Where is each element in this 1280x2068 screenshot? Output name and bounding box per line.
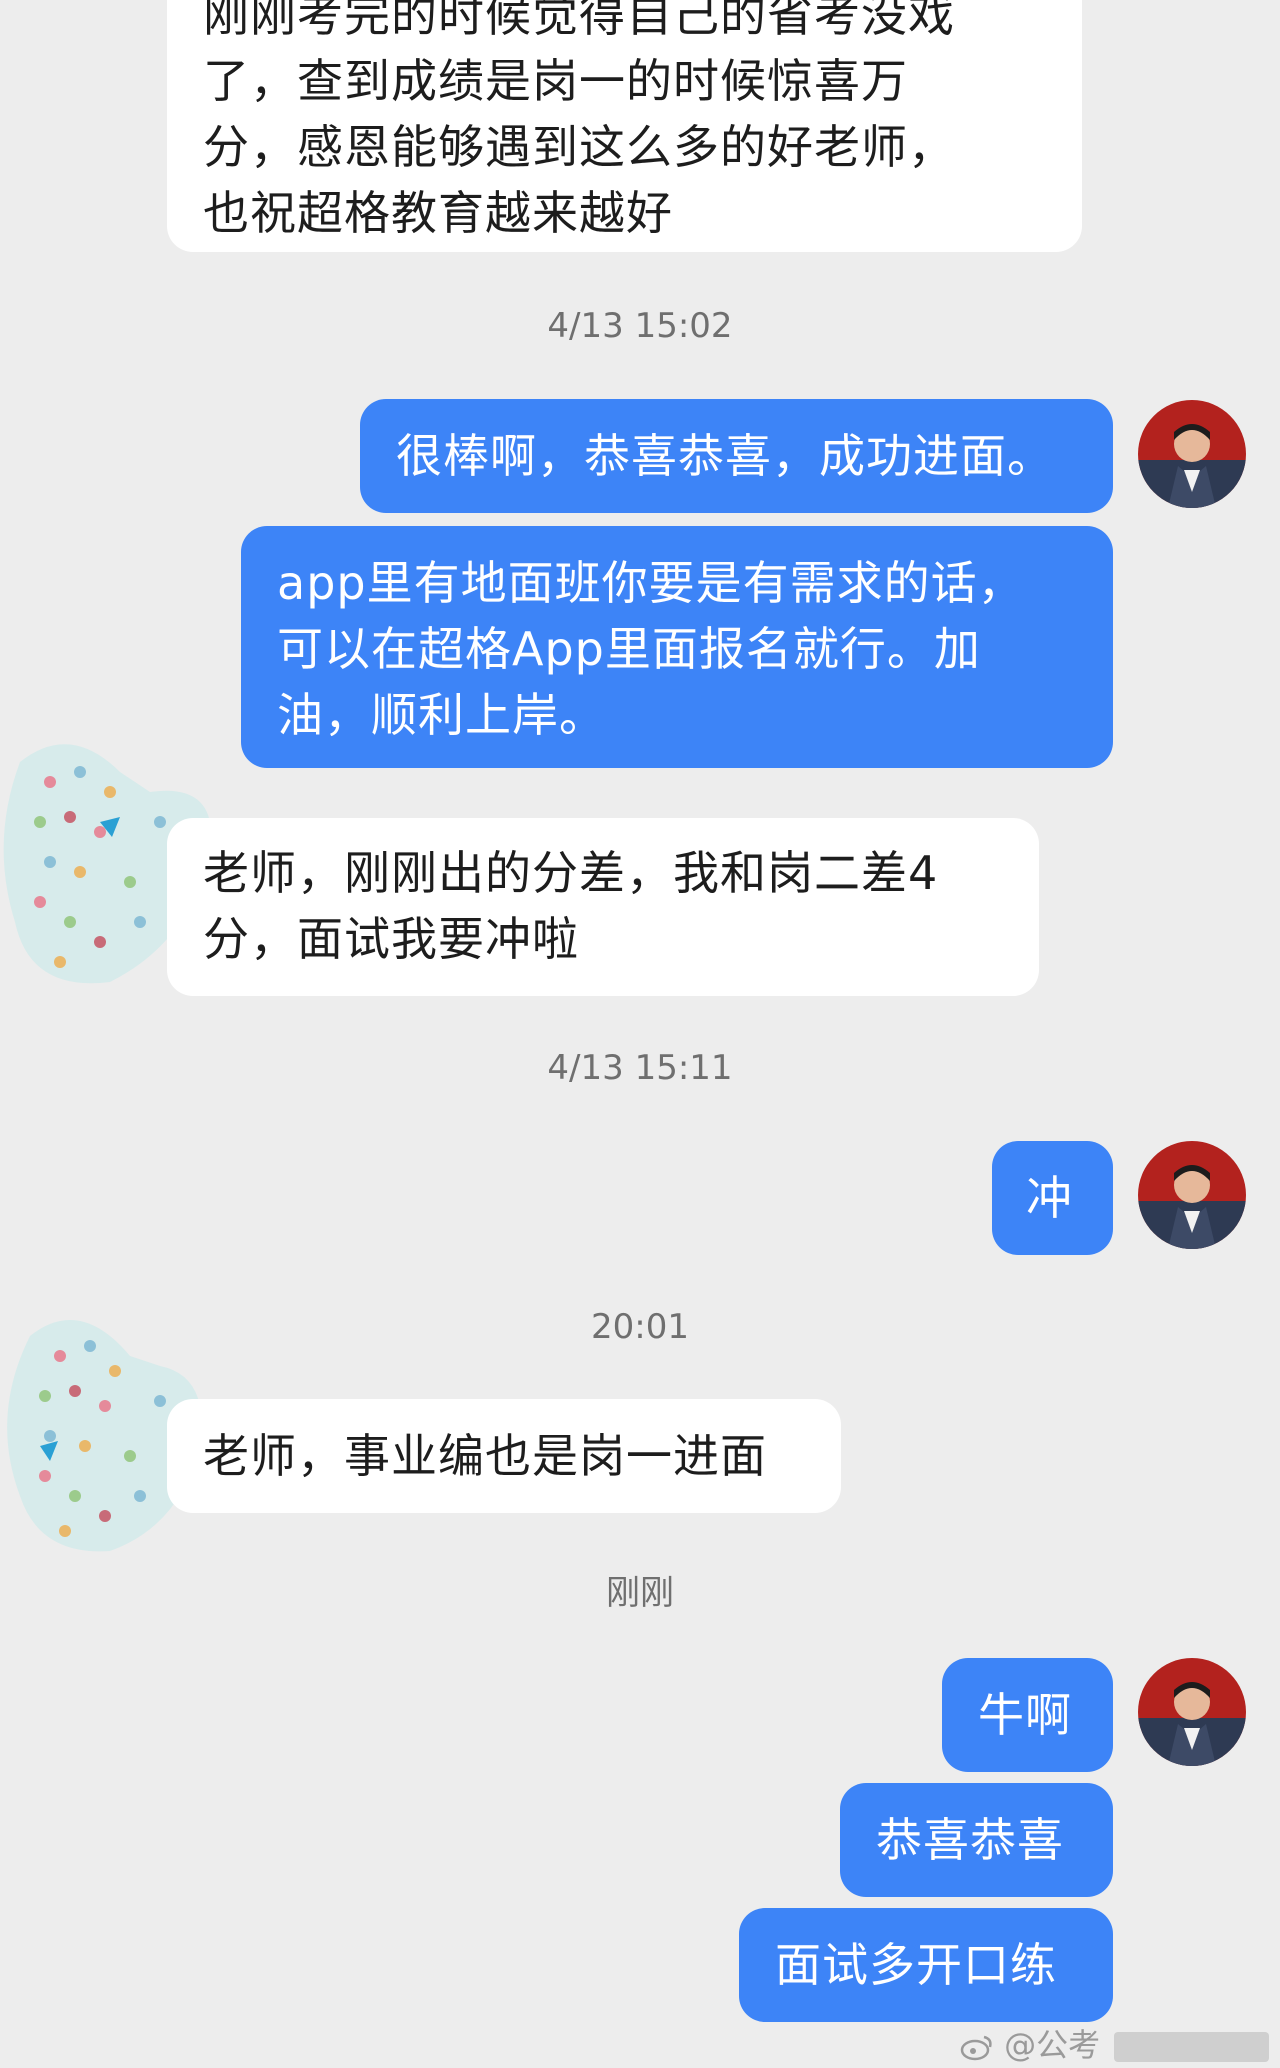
message-outgoing-8[interactable]: 恭喜恭喜	[840, 1783, 1113, 1897]
blurred-username	[1114, 2032, 1270, 2062]
message-outgoing-7[interactable]: 牛啊	[942, 1658, 1113, 1772]
message-outgoing-2[interactable]: 很棒啊，恭喜恭喜，成功进面。	[360, 399, 1113, 513]
weibo-icon	[960, 2026, 1004, 2064]
watermark: @公考	[960, 2020, 1270, 2066]
message-outgoing-3[interactable]: app里有地面班你要是有需求的话， 可以在超格App里面报名就行。加 油，顺利上…	[241, 526, 1113, 768]
message-outgoing-9[interactable]: 面试多开口练	[739, 1908, 1113, 2022]
watermark-text: @公考	[1004, 2026, 1101, 2064]
timestamp-1: 4/13 15:02	[547, 306, 733, 346]
message-incoming-4[interactable]: 老师，刚刚出的分差，我和岗二差4 分，面试我要冲啦	[167, 818, 1039, 996]
teacher-avatar[interactable]	[1138, 400, 1246, 508]
teacher-avatar[interactable]	[1138, 1658, 1246, 1766]
message-incoming-6[interactable]: 老师，事业编也是岗一进面	[167, 1399, 841, 1513]
message-outgoing-5[interactable]: 冲	[992, 1141, 1113, 1255]
message-incoming-1[interactable]: 刚刚考完的时候觉得自己的省考没戏 了，查到成绩是岗一的时候惊喜万 分，感恩能够遇…	[167, 0, 1082, 252]
timestamp-2: 4/13 15:11	[547, 1048, 733, 1088]
teacher-avatar[interactable]	[1138, 1141, 1246, 1249]
timestamp-4: 刚刚	[606, 1573, 674, 1613]
